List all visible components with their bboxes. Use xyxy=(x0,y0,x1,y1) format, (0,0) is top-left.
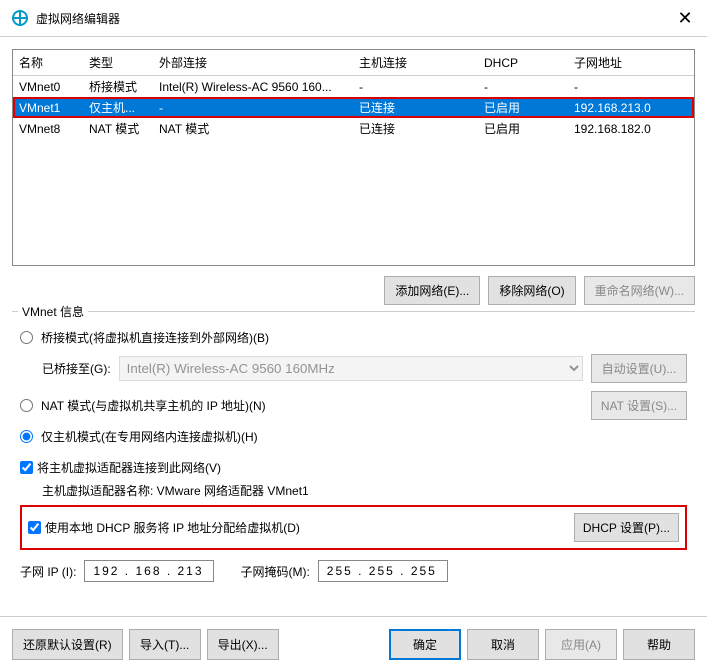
table-row[interactable]: VMnet0桥接模式Intel(R) Wireless-AC 9560 160.… xyxy=(13,76,694,98)
network-table[interactable]: 名称类型外部连接主机连接DHCP子网地址 VMnet0桥接模式Intel(R) … xyxy=(12,49,695,266)
dhcp-settings-button[interactable]: DHCP 设置(P)... xyxy=(574,513,679,542)
subnet-mask-input[interactable] xyxy=(318,560,448,582)
subnet-mask-label: 子网掩码(M): xyxy=(240,563,309,580)
subnet-ip-input[interactable] xyxy=(84,560,214,582)
nat-mode-radio[interactable]: NAT 模式(与虚拟机共享主机的 IP 地址)(N) xyxy=(20,397,266,414)
auto-settings-button: 自动设置(U)... xyxy=(591,354,687,383)
remove-network-button[interactable]: 移除网络(O) xyxy=(488,276,575,305)
window-title: 虚拟网络编辑器 xyxy=(36,10,675,27)
subnet-ip-label: 子网 IP (I): xyxy=(20,563,76,580)
column-header[interactable]: 子网地址 xyxy=(568,50,694,76)
adapter-name-label: 主机虚拟适配器名称: VMware 网络适配器 VMnet1 xyxy=(42,482,687,499)
table-row[interactable]: VMnet1仅主机...-已连接已启用192.168.213.0 xyxy=(13,97,694,118)
import-button[interactable]: 导入(T)... xyxy=(129,629,201,660)
help-button[interactable]: 帮助 xyxy=(623,629,695,660)
add-network-button[interactable]: 添加网络(E)... xyxy=(384,276,480,305)
ok-button[interactable]: 确定 xyxy=(389,629,461,660)
table-row[interactable]: VMnet8NAT 模式NAT 模式已连接已启用192.168.182.0 xyxy=(13,118,694,139)
column-header[interactable]: 名称 xyxy=(13,50,83,76)
column-header[interactable]: 外部连接 xyxy=(153,50,353,76)
restore-defaults-button[interactable]: 还原默认设置(R) xyxy=(12,629,123,660)
column-header[interactable]: DHCP xyxy=(478,50,568,76)
app-icon xyxy=(12,10,28,26)
bridge-mode-radio[interactable]: 桥接模式(将虚拟机直接连接到外部网络)(B) xyxy=(20,329,269,346)
close-button[interactable]: ✕ xyxy=(675,8,695,28)
connect-host-checkbox[interactable]: 将主机虚拟适配器连接到此网络(V) xyxy=(20,459,221,476)
column-header[interactable]: 主机连接 xyxy=(353,50,478,76)
apply-button: 应用(A) xyxy=(545,629,617,660)
cancel-button[interactable]: 取消 xyxy=(467,629,539,660)
host-only-radio[interactable]: 仅主机模式(在专用网络内连接虚拟机)(H) xyxy=(20,428,258,445)
rename-network-button: 重命名网络(W)... xyxy=(584,276,695,305)
column-header[interactable]: 类型 xyxy=(83,50,153,76)
bridge-adapter-select: Intel(R) Wireless-AC 9560 160MHz xyxy=(119,356,583,381)
nat-settings-button: NAT 设置(S)... xyxy=(591,391,687,420)
export-button[interactable]: 导出(X)... xyxy=(207,629,279,660)
bridge-to-label: 已桥接至(G): xyxy=(42,360,111,377)
use-dhcp-checkbox[interactable]: 使用本地 DHCP 服务将 IP 地址分配给虚拟机(D) xyxy=(28,519,300,536)
groupbox-title: VMnet 信息 xyxy=(18,303,88,320)
